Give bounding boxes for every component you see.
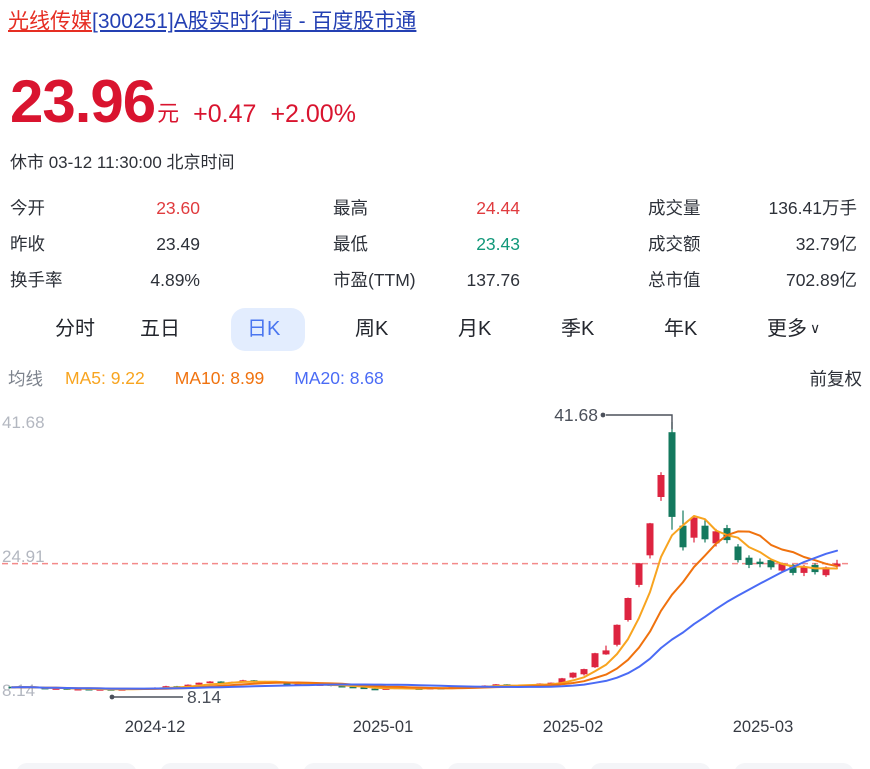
stat-label: 总市值	[648, 262, 701, 298]
tab-minute[interactable]: 分时	[55, 307, 95, 352]
title-highlight: 光线传媒	[8, 10, 92, 33]
stats-column-3: 成交量 136.41万手 成交额 32.79亿 总市值 702.89亿	[648, 190, 857, 298]
stat-row: 昨收 23.49	[10, 226, 200, 262]
stat-value: 23.60	[156, 190, 200, 226]
price-change: +0.47	[193, 100, 256, 129]
stat-value: 702.89亿	[786, 262, 857, 298]
svg-text:41.68: 41.68	[554, 405, 598, 425]
stat-value: 24.44	[476, 190, 520, 226]
k-chart: 41.6824.918.1441.688.14	[0, 400, 870, 712]
page-title-link[interactable]: 光线传媒[300251]A股实时行情 - 百度股市通	[8, 5, 416, 35]
ma20-legend: MA20: 8.68	[294, 368, 384, 389]
stat-value: 137.76	[466, 262, 520, 298]
market-status-line: 休市 03-12 11:30:00 北京时间	[10, 148, 235, 173]
bottom-button[interactable]	[16, 763, 137, 769]
stat-value: 23.43	[476, 226, 520, 262]
stat-row: 总市值 702.89亿	[648, 262, 857, 298]
price-unit: 元	[157, 96, 179, 128]
stat-label: 最低	[333, 226, 368, 262]
x-axis-label: 2025-01	[353, 718, 414, 737]
stat-label: 最高	[333, 190, 368, 226]
bottom-button[interactable]	[590, 763, 711, 769]
stats-column-1: 今开 23.60 昨收 23.49 换手率 4.89%	[10, 190, 200, 298]
stat-value: 4.89%	[150, 262, 200, 298]
tab-more-label: 更多	[767, 318, 807, 340]
svg-text:41.68: 41.68	[2, 413, 45, 432]
stock-quote-page: 光线传媒[300251]A股实时行情 - 百度股市通 23.96 元 +0.47…	[0, 0, 870, 769]
price-block: 23.96 元 +0.47 +2.00%	[10, 66, 356, 138]
stat-label: 成交额	[648, 226, 701, 262]
title-rest: [300251]A股实时行情 - 百度股市通	[92, 10, 416, 33]
ma-legend-row: 均线 MA5: 9.22 MA10: 8.99 MA20: 8.68 前复权	[8, 363, 862, 393]
svg-text:8.14: 8.14	[2, 681, 35, 700]
bottom-button[interactable]	[734, 763, 855, 769]
stat-label: 昨收	[10, 226, 45, 262]
stat-label: 市盈(TTM)	[333, 262, 416, 298]
period-tabs: 分时 五日 日K 周K 月K 季K 年K 更多∨	[0, 307, 870, 352]
bottom-button[interactable]	[447, 763, 568, 769]
ma-legend-title: 均线	[8, 366, 43, 391]
x-axis-label: 2025-03	[733, 718, 794, 737]
stat-row: 最低 23.43	[333, 226, 520, 262]
stat-row: 今开 23.60	[10, 190, 200, 226]
x-axis-label: 2025-02	[543, 718, 604, 737]
ma5-legend: MA5: 9.22	[65, 368, 145, 389]
bottom-button-row	[16, 763, 854, 769]
stats-column-2: 最高 24.44 最低 23.43 市盈(TTM) 137.76	[333, 190, 520, 298]
bottom-button[interactable]	[160, 763, 281, 769]
stat-label: 换手率	[10, 262, 63, 298]
tab-daily-k[interactable]: 日K	[247, 307, 280, 352]
x-axis-label: 2024-12	[125, 718, 186, 737]
tab-monthly-k[interactable]: 月K	[458, 307, 491, 352]
bottom-button[interactable]	[303, 763, 424, 769]
ma10-legend: MA10: 8.99	[175, 368, 265, 389]
stat-label: 成交量	[648, 190, 701, 226]
candlestick-chart-area[interactable]: 41.6824.918.1441.688.14	[0, 400, 870, 712]
tab-5day[interactable]: 五日	[140, 307, 180, 352]
current-price: 23.96	[10, 66, 155, 138]
price-change-percent: +2.00%	[270, 100, 356, 129]
tab-quarterly-k[interactable]: 季K	[561, 307, 594, 352]
tab-more[interactable]: 更多∨	[767, 307, 820, 352]
stat-row: 换手率 4.89%	[10, 262, 200, 298]
stat-value: 136.41万手	[768, 190, 857, 226]
stat-row: 成交量 136.41万手	[648, 190, 857, 226]
chevron-down-icon: ∨	[810, 306, 820, 351]
adjust-mode-button[interactable]: 前复权	[810, 366, 863, 391]
x-axis-labels: 2024-12 2025-01 2025-02 2025-03	[0, 718, 870, 742]
stat-row: 市盈(TTM) 137.76	[333, 262, 520, 298]
stat-value: 32.79亿	[796, 226, 857, 262]
stat-label: 今开	[10, 190, 45, 226]
stat-row: 成交额 32.79亿	[648, 226, 857, 262]
svg-text:8.14: 8.14	[187, 687, 221, 707]
stat-value: 23.49	[156, 226, 200, 262]
tab-yearly-k[interactable]: 年K	[664, 307, 697, 352]
stat-row: 最高 24.44	[333, 190, 520, 226]
tab-weekly-k[interactable]: 周K	[355, 307, 388, 352]
